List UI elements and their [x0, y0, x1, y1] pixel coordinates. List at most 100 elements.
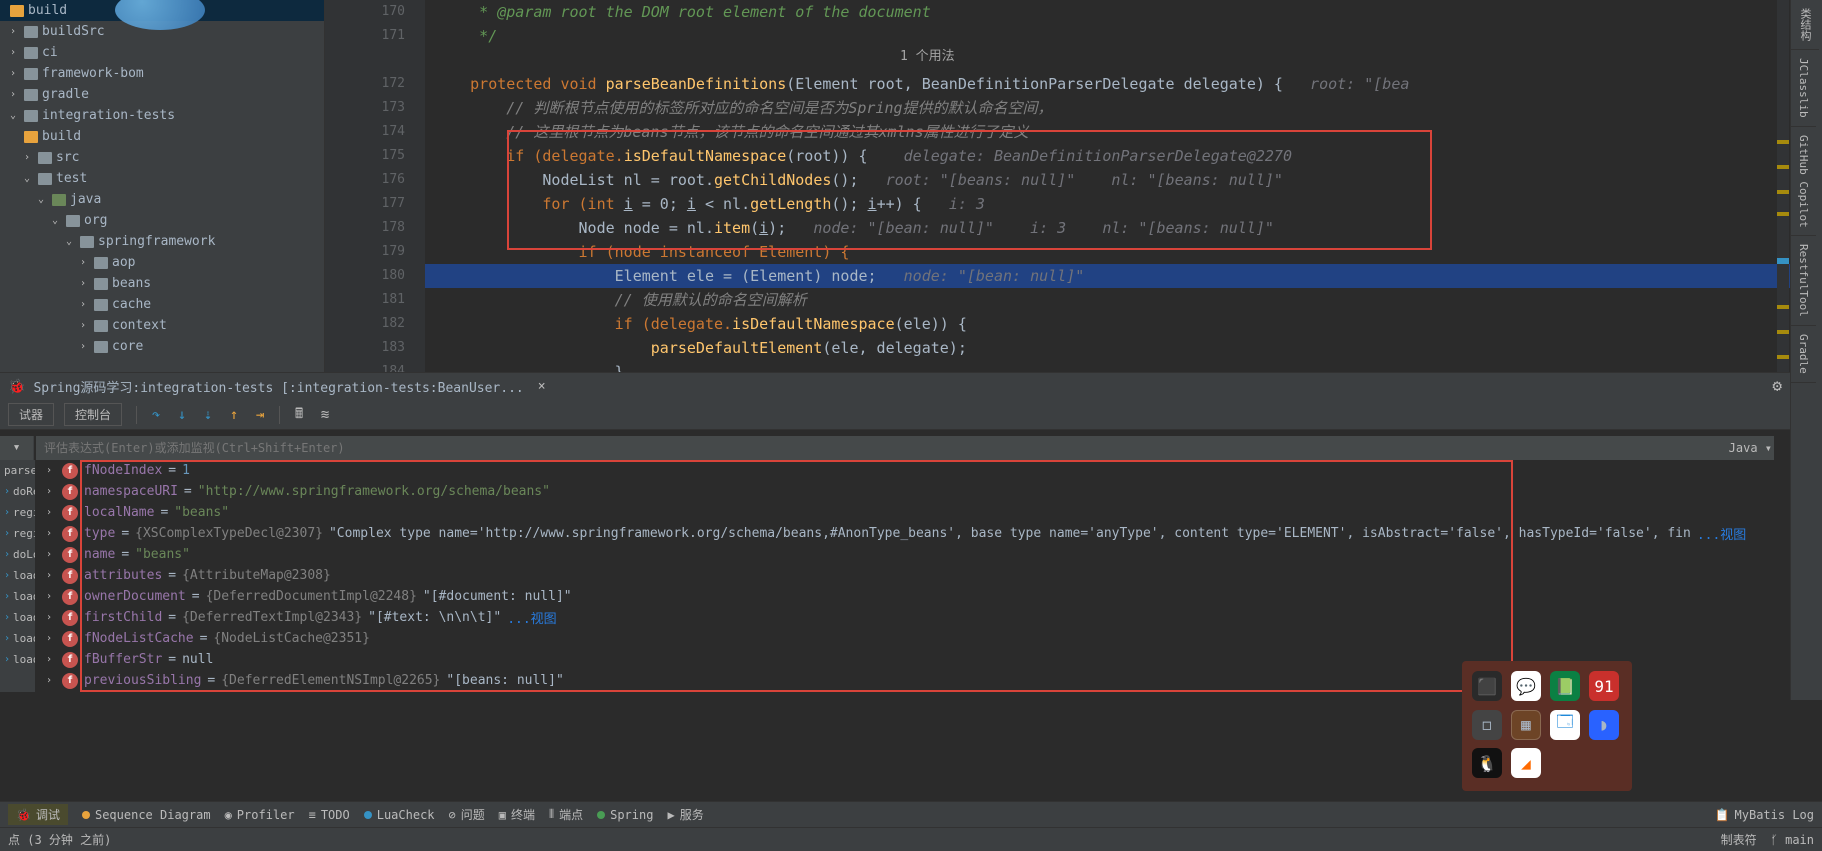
tree-item-cache[interactable]: ›cache — [0, 294, 324, 315]
step-into-icon[interactable]: ↓ — [171, 404, 193, 426]
tree-item-build2[interactable]: build — [0, 126, 324, 147]
folder-icon — [24, 47, 38, 59]
variable-row[interactable]: ›ffNodeListCache = {NodeListCache@2351} — [40, 628, 1784, 649]
bottom-toolbar: 🐞 调试 Sequence Diagram ◉ Profiler ≡ TODO … — [0, 801, 1822, 827]
trace-icon[interactable]: ≋ — [314, 404, 336, 426]
endpoints-tab[interactable]: ⫴ 端点 — [549, 806, 583, 823]
step-out-icon[interactable]: ↑ — [223, 404, 245, 426]
variable-row[interactable]: ›ffNodeIndex = 1 — [40, 460, 1784, 481]
right-tab-jclasslib[interactable]: JClasslib — [1791, 50, 1816, 127]
variable-row[interactable]: ›fattributes = {AttributeMap@2308} — [40, 565, 1784, 586]
debug-tab[interactable]: 🐞 调试 — [8, 804, 68, 825]
tree-item-org[interactable]: ⌄org — [0, 210, 324, 231]
services-tab[interactable]: ▶ 服务 — [667, 806, 703, 823]
tree-item-test[interactable]: ⌄test — [0, 168, 324, 189]
luacheck-tab[interactable]: LuaCheck — [364, 808, 435, 822]
app-icon-selected[interactable]: ▦ — [1511, 710, 1541, 740]
app-icon[interactable]: 91 — [1589, 671, 1619, 701]
variable-row[interactable]: ›flocalName = "beans" — [40, 502, 1784, 523]
tree-label: java — [70, 192, 101, 207]
step-over-icon[interactable]: ↷ — [145, 404, 167, 426]
tab-console[interactable]: 控制台 — [64, 403, 122, 426]
frame-item[interactable]: ›doLo — [0, 544, 35, 565]
tab-debugger[interactable]: 试器 — [8, 403, 54, 426]
view-link[interactable]: ...视图 — [1697, 524, 1746, 543]
force-step-icon[interactable]: ⇣ — [197, 404, 219, 426]
eval-history-dropdown[interactable]: ▾ — [0, 436, 34, 460]
app-icon[interactable]: 🗔 — [1550, 710, 1580, 740]
tree-item-gradle[interactable]: ›gradle — [0, 84, 324, 105]
variables-panel[interactable]: ›ffNodeIndex = 1›fnamespaceURI = "http:/… — [40, 460, 1784, 692]
frame-item[interactable]: ›loadB — [0, 607, 35, 628]
variable-row[interactable]: ›fownerDocument = {DeferredDocumentImpl@… — [40, 586, 1784, 607]
app-icon[interactable]: ◻ — [1472, 710, 1502, 740]
profiler-tab[interactable]: ◉ Profiler — [225, 808, 295, 822]
tree-item-integration-tests[interactable]: ⌄integration-tests — [0, 105, 324, 126]
app-icon[interactable]: ◗ — [1589, 710, 1619, 740]
equals: = — [168, 463, 176, 478]
tree-item-java[interactable]: ⌄java — [0, 189, 324, 210]
line-number: 179 — [325, 240, 405, 264]
tree-item-beans[interactable]: ›beans — [0, 273, 324, 294]
mybatis-tab[interactable]: 📋 MyBatis Log — [1715, 808, 1814, 822]
tree-item-springframework[interactable]: ⌄springframework — [0, 231, 324, 252]
code-editor[interactable]: 170 171 172 173 174 175 176 177 178 179 … — [325, 0, 1790, 372]
right-tab-copilot[interactable]: GitHub Copilot — [1791, 127, 1816, 237]
tree-item-core[interactable]: ›core — [0, 336, 324, 357]
variable-row[interactable]: ›ftype = {XSComplexTypeDecl@2307} "Compl… — [40, 523, 1784, 544]
app-icon[interactable]: 📗 — [1550, 671, 1580, 701]
frame-item[interactable]: ›loadB — [0, 565, 35, 586]
view-link[interactable]: ...视图 — [507, 608, 556, 627]
spring-tab[interactable]: Spring — [597, 808, 653, 822]
right-tab-restful[interactable]: RestfulTool — [1791, 236, 1816, 326]
git-branch[interactable]: ᚶ main — [1771, 833, 1814, 847]
close-icon[interactable]: × — [538, 379, 546, 394]
tree-item-src[interactable]: ›src — [0, 147, 324, 168]
variable-row[interactable]: ›fname = "beans" — [40, 544, 1784, 565]
leaf-icon — [597, 811, 605, 819]
frames-panel[interactable]: parse ›doRe ›regist ›regist ›doLo ›loadB… — [0, 460, 36, 692]
frame-item[interactable]: ›loadB — [0, 586, 35, 607]
gear-icon[interactable]: ⚙ — [1772, 376, 1782, 395]
frame-item[interactable]: ›regist — [0, 523, 35, 544]
frame-item[interactable]: parse — [0, 460, 35, 481]
gutter[interactable]: 170 171 172 173 174 175 176 177 178 179 … — [325, 0, 425, 372]
frame-label: regist — [13, 506, 35, 519]
status-indent[interactable]: 制表符 — [1721, 831, 1757, 848]
tree-item-aop[interactable]: ›aop — [0, 252, 324, 273]
frame-label: loadB — [13, 590, 35, 603]
run-to-cursor-icon[interactable]: ⇥ — [249, 404, 271, 426]
frame-item[interactable]: ›loadB — [0, 628, 35, 649]
debug-config-label[interactable]: Spring源码学习:integration-tests [:integrati… — [33, 377, 523, 396]
frame-item[interactable]: ›doRe — [0, 481, 35, 502]
variable-row[interactable]: ›ffirstChild = {DeferredTextImpl@2343} "… — [40, 607, 1784, 628]
qq-icon[interactable]: 🐧 — [1472, 748, 1502, 778]
tree-item-ci[interactable]: ›ci — [0, 42, 324, 63]
code-text: isDefaultNamespace — [624, 147, 787, 165]
system-tray-popup[interactable]: ⬛ 💬 📗 91 ◻ ▦ 🗔 ◗ 🐧 ◢ — [1462, 661, 1632, 791]
evaluate-icon[interactable]: 🖩 — [288, 404, 310, 426]
seq-diagram-tab[interactable]: Sequence Diagram — [82, 808, 211, 822]
wechat-icon[interactable]: 💬 — [1511, 671, 1541, 701]
app-icon[interactable]: ◢ — [1511, 748, 1541, 778]
tree-item-framework-bom[interactable]: ›framework-bom — [0, 63, 324, 84]
todo-tab[interactable]: ≡ TODO — [309, 808, 350, 822]
right-tab-gradle[interactable]: Gradle — [1791, 326, 1816, 383]
tree-item-context[interactable]: ›context — [0, 315, 324, 336]
evaluate-input[interactable]: 评估表达式(Enter)或添加监视(Ctrl+Shift+Enter) — [36, 436, 1774, 460]
minimap[interactable] — [1777, 0, 1789, 372]
frame-item[interactable]: ›regist — [0, 502, 35, 523]
project-tree[interactable]: build ›buildSrc ›ci ›framework-bom ›grad… — [0, 0, 325, 372]
nvidia-icon[interactable]: ⬛ — [1472, 671, 1502, 701]
eval-lang-selector[interactable]: Java ▾ — [1729, 436, 1772, 460]
usage-hint[interactable]: 1 个用法 — [900, 45, 955, 69]
tree-label: cache — [112, 297, 151, 312]
variable-row[interactable]: ›fnamespaceURI = "http://www.springframe… — [40, 481, 1784, 502]
problems-tab[interactable]: ⊘ 问题 — [449, 806, 485, 823]
tree-label: test — [56, 171, 87, 186]
frame-item[interactable]: ›loadB — [0, 649, 35, 670]
terminal-tab[interactable]: ▣ 终端 — [499, 806, 535, 823]
code-area[interactable]: * @param root the DOM root element of th… — [425, 0, 1790, 372]
code-text: i — [759, 219, 768, 237]
right-tab-struct[interactable]: 类结构 — [1791, 0, 1819, 50]
